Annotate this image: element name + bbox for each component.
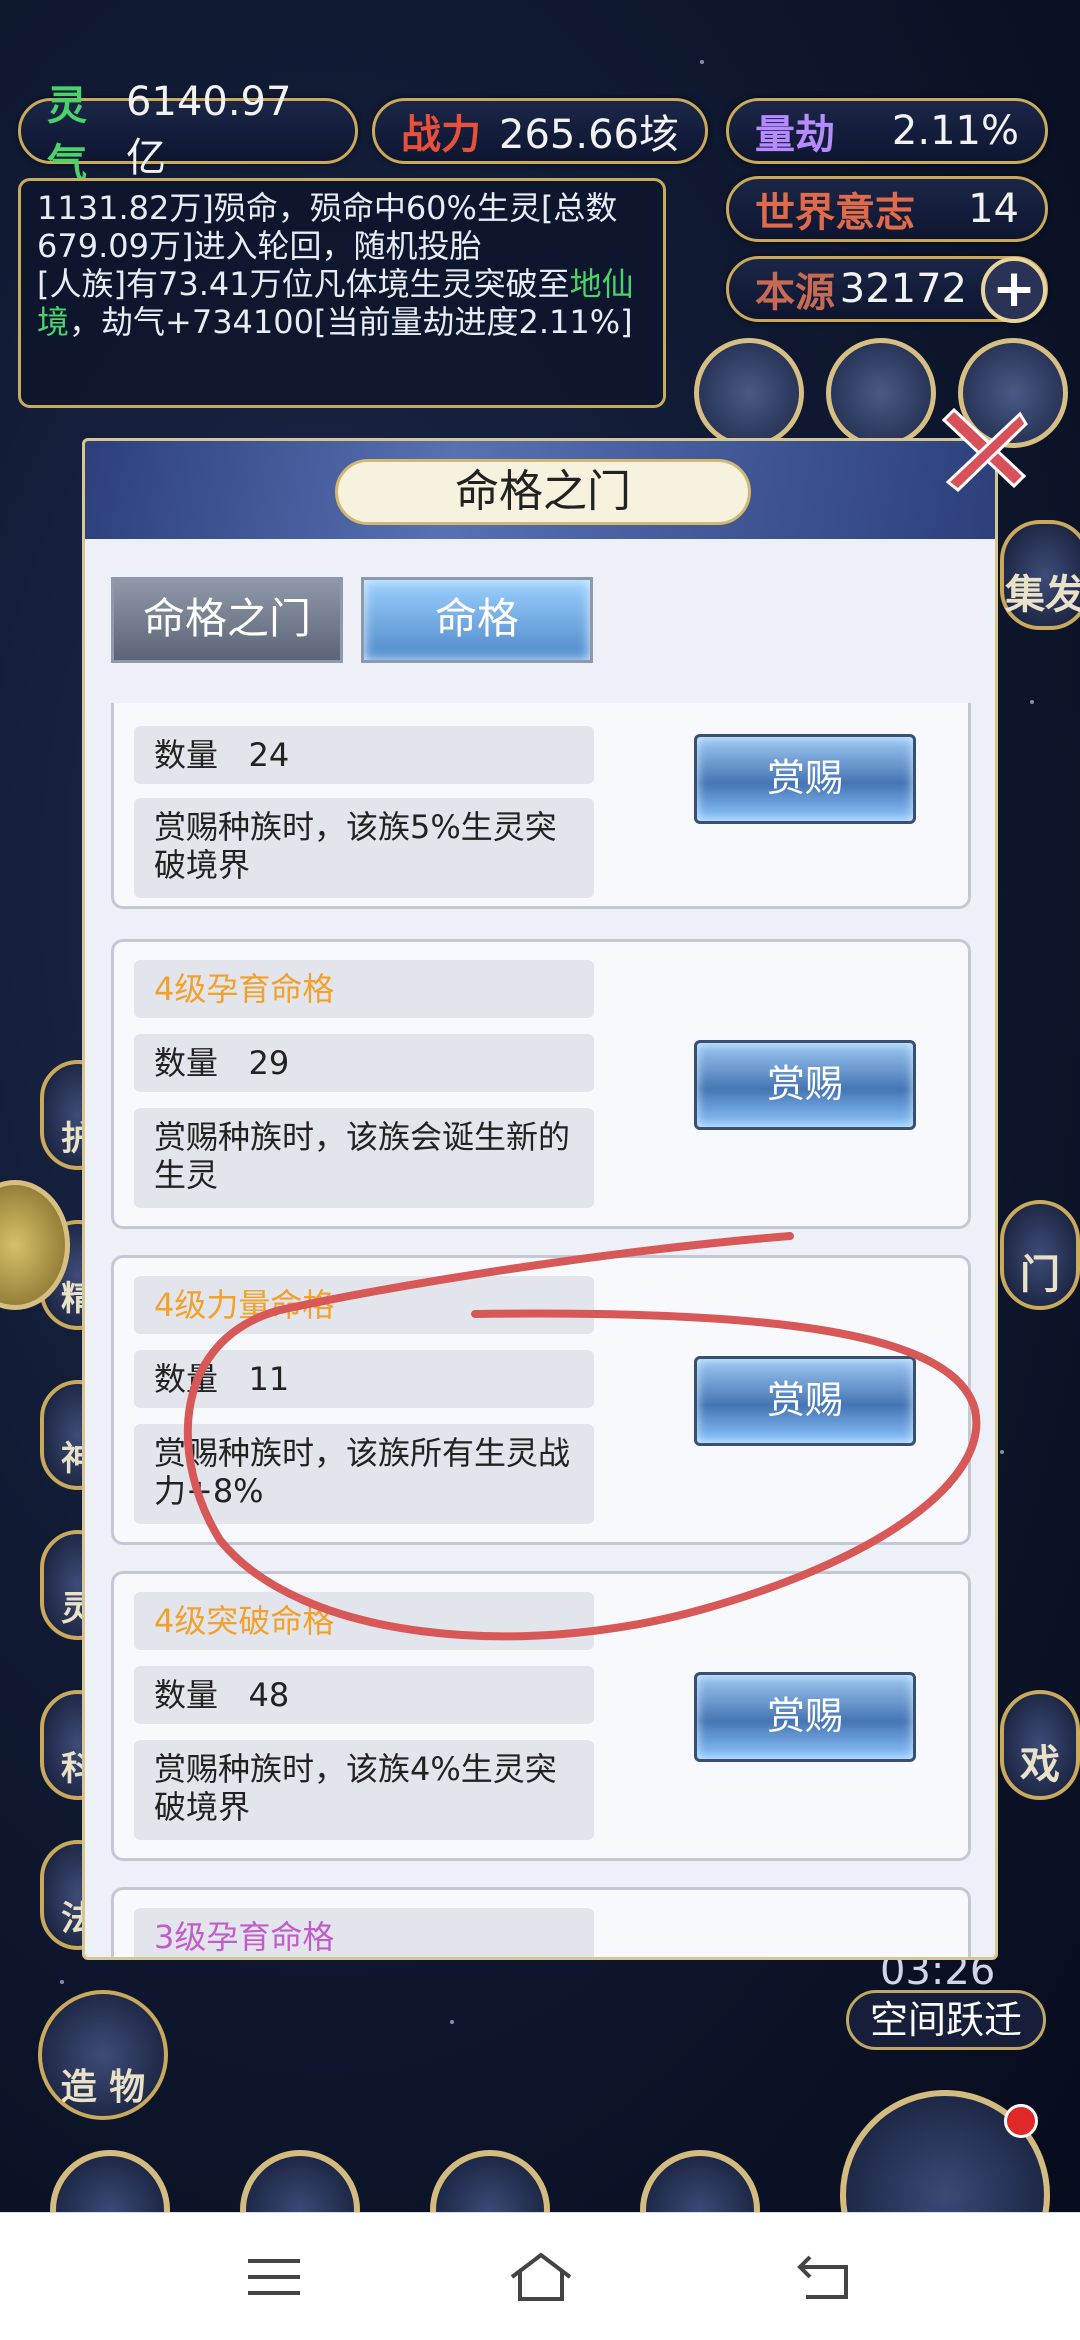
menu-icon[interactable] [244,2249,304,2305]
system-nav-bar [0,2212,1080,2340]
home-icon[interactable] [506,2249,576,2305]
back-icon[interactable] [794,2249,854,2305]
red-circle-annotation [183,1232,981,1641]
